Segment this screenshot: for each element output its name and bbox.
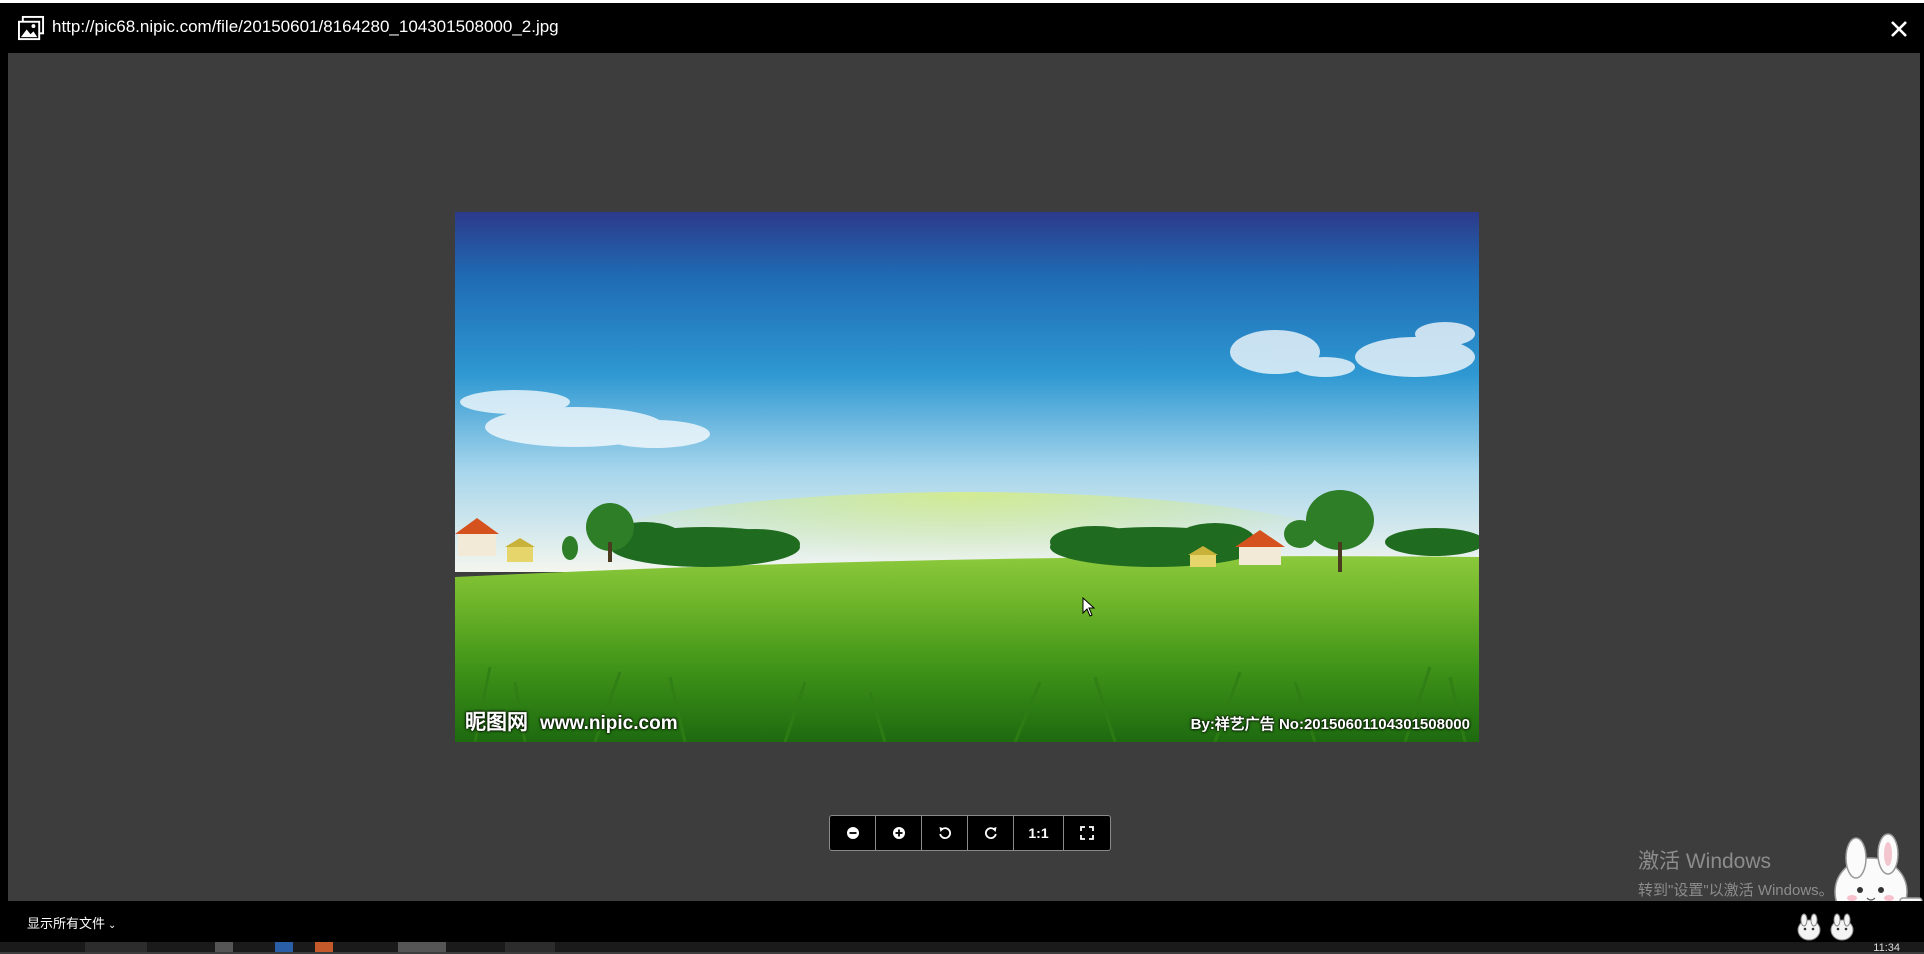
rotate-left-button[interactable] [922,816,968,850]
show-all-files-link[interactable]: 显示所有文件 ⌄ [27,913,116,932]
fullscreen-button[interactable] [1064,816,1110,850]
activate-windows-title: 激活 Windows [1638,850,1772,873]
taskbar-item[interactable] [505,942,555,952]
activate-windows-hint: 转到"设置"以激活 Windows。 [1638,882,1834,899]
activate-windows-watermark: 激活 Windows 转到"设置"以激活 Windows。 [1638,845,1834,900]
image-toolbar: 1:1 [829,815,1111,851]
viewer-titlebar: http://pic68.nipic.com/file/20150601/816… [0,3,1924,53]
mouse-cursor-icon [1082,597,1096,617]
image-url-title: http://pic68.nipic.com/file/20150601/816… [52,17,559,36]
left-edge [0,53,8,901]
taskbar-item[interactable] [85,942,147,952]
zoom-out-button[interactable] [830,816,876,850]
fullscreen-icon [1080,826,1094,840]
taskbar-item[interactable] [215,942,233,952]
taskbar-item[interactable] [315,942,333,952]
nipic-brand: 昵图网 [465,711,528,734]
rotate-left-icon [938,827,951,839]
preview-image[interactable]: 昵图网 www.nipic.com By:祥艺广告 No:201506011043… [455,212,1479,742]
zoom-in-icon [892,827,905,839]
right-edge [1920,53,1924,901]
zoom-out-icon [846,827,859,839]
close-icon[interactable] [1886,16,1912,42]
actual-size-button[interactable]: 1:1 [1014,816,1064,850]
image-icon [18,15,45,41]
taskbar-item[interactable] [275,942,293,952]
chevron-down-icon: ⌄ [108,920,117,931]
tray-pet-icon[interactable] [1828,912,1856,942]
image-id-watermark: By:祥艺广告 No:20150601104301508000 [1190,716,1470,733]
rotate-right-button[interactable] [968,816,1014,850]
rotate-right-icon [984,827,997,839]
nipic-watermark: 昵图网 www.nipic.com [465,706,678,736]
taskbar-clock[interactable]: 11:34 [1873,942,1900,954]
taskbar-item[interactable] [398,942,446,952]
zoom-in-button[interactable] [876,816,922,850]
nipic-site: www.nipic.com [540,713,678,734]
landscape-photo [455,212,1479,742]
bottom-download-bar: 显示所有文件 ⌄ [0,901,1924,942]
tray-pet-icon[interactable] [1795,912,1823,942]
show-all-files-label: 显示所有文件 [27,916,106,931]
windows-taskbar [0,942,1924,952]
